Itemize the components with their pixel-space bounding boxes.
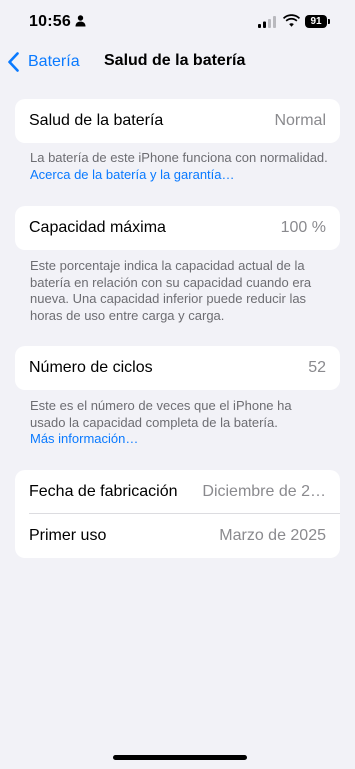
cycle-count-row: Número de ciclos 52 [15, 346, 340, 390]
first-use-value: Marzo de 2025 [219, 527, 326, 544]
manufacture-date-value: Diciembre de 2… [202, 483, 326, 500]
battery-icon: 91 [305, 15, 331, 28]
battery-health-label: Salud de la batería [29, 112, 164, 129]
page-title: Salud de la batería [104, 52, 246, 69]
cellular-signal-icon [258, 16, 276, 28]
status-bar: 10:56 91 [0, 0, 355, 44]
maximum-capacity-card: Capacidad máxima 100 % [15, 206, 340, 250]
cycle-count-card: Número de ciclos 52 [15, 346, 340, 390]
cycle-count-label: Número de ciclos [29, 359, 153, 376]
maximum-capacity-label: Capacidad máxima [29, 219, 166, 236]
maximum-capacity-value: 100 % [280, 219, 326, 236]
manufacture-date-label: Fecha de fabricación [29, 483, 178, 500]
battery-health-footer: La batería de este iPhone funciona con n… [30, 150, 330, 183]
back-button[interactable]: Batería [7, 50, 80, 74]
cycle-count-value: 52 [308, 359, 326, 376]
battery-health-value: Normal [274, 112, 326, 129]
battery-level: 91 [305, 15, 327, 28]
maximum-capacity-footer: Este porcentaje indica la capacidad actu… [30, 258, 312, 323]
chevron-left-icon [8, 52, 19, 72]
cycle-count-footer: Este es el número de veces que el iPhone… [30, 398, 330, 448]
cycle-count-footer-text: Este es el número de veces que el iPhone… [30, 398, 292, 430]
back-button-label: Batería [28, 53, 80, 70]
home-indicator[interactable] [113, 755, 247, 760]
battery-health-row: Salud de la batería Normal [15, 99, 340, 143]
person-icon [75, 15, 86, 27]
more-info-link[interactable]: Más información… [30, 431, 138, 446]
first-use-row: Primer uso Marzo de 2025 [15, 514, 340, 558]
battery-health-card: Salud de la batería Normal [15, 99, 340, 143]
navigation-bar: Batería Salud de la batería [0, 44, 355, 82]
battery-health-footer-text: La batería de este iPhone funciona con n… [30, 150, 328, 165]
manufacture-date-row: Fecha de fabricación Diciembre de 2… [15, 470, 340, 514]
first-use-label: Primer uso [29, 527, 107, 544]
battery-warranty-link[interactable]: Acerca de la batería y la garantía… [30, 167, 235, 182]
wifi-icon [283, 14, 300, 27]
battery-tip [328, 19, 330, 24]
battery-dates-card: Fecha de fabricación Diciembre de 2… Pri… [15, 470, 340, 558]
maximum-capacity-row: Capacidad máxima 100 % [15, 206, 340, 250]
status-time: 10:56 [29, 13, 71, 30]
